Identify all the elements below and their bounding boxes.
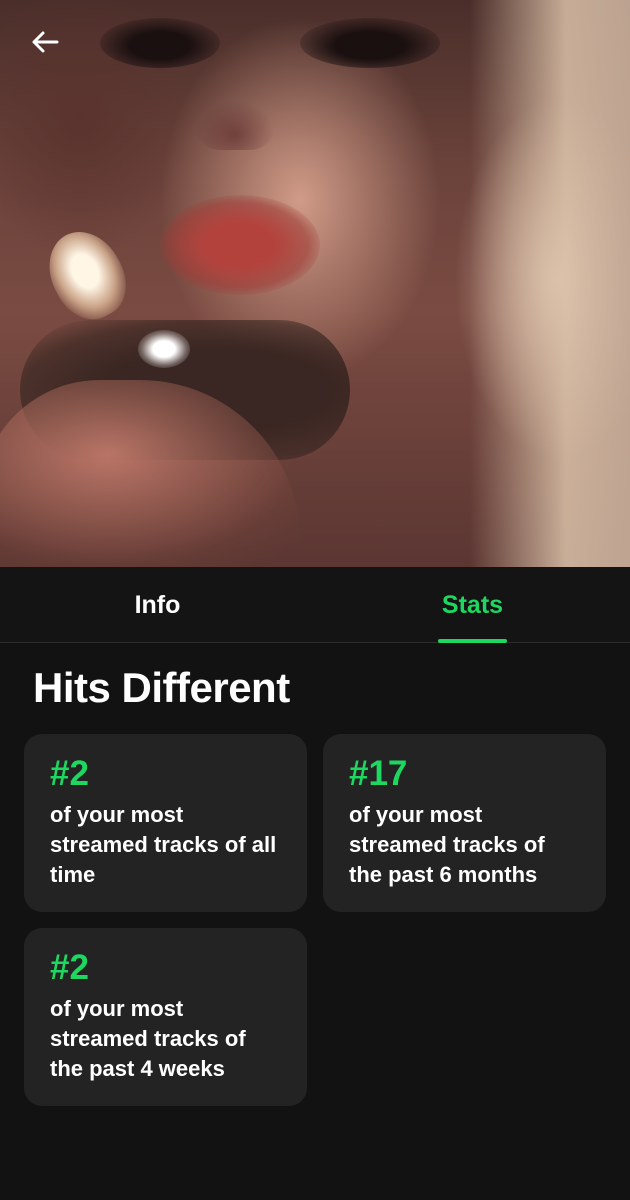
artwork-hair (470, 0, 630, 567)
tab-info[interactable]: Info (0, 567, 315, 643)
tab-info-label: Info (134, 590, 181, 619)
artwork-glint (138, 330, 190, 368)
artwork-flame (34, 218, 140, 332)
artwork-eye-left (100, 18, 220, 68)
song-title: Hits Different (33, 664, 290, 711)
album-artwork (0, 0, 630, 567)
back-button[interactable] (22, 22, 68, 62)
tab-bar: Info Stats (0, 567, 630, 643)
song-stats-screen: Info Stats Hits Different #2 of your mos… (0, 0, 630, 1200)
stat-description: of your most streamed tracks of the past… (50, 996, 246, 1081)
artwork-eye-right (300, 18, 440, 68)
stat-rank: #2 (50, 754, 89, 793)
arrow-left-icon (32, 31, 59, 53)
tab-stats[interactable]: Stats (315, 567, 630, 643)
stat-card-all-time: #2 of your most streamed tracks of all t… (24, 734, 307, 912)
tab-stats-label: Stats (441, 590, 504, 619)
stat-description: of your most streamed tracks of all time (50, 802, 277, 887)
stat-rank: #2 (50, 948, 89, 987)
active-tab-indicator (438, 639, 507, 643)
stat-card-4-weeks: #2 of your most streamed tracks of the p… (24, 928, 307, 1106)
artwork-nose (195, 100, 275, 150)
stat-description: of your most streamed tracks of the past… (349, 802, 545, 887)
stat-card-6-months: #17 of your most streamed tracks of the … (323, 734, 606, 912)
artwork-lips (160, 195, 320, 295)
stat-rank: #17 (349, 754, 408, 793)
